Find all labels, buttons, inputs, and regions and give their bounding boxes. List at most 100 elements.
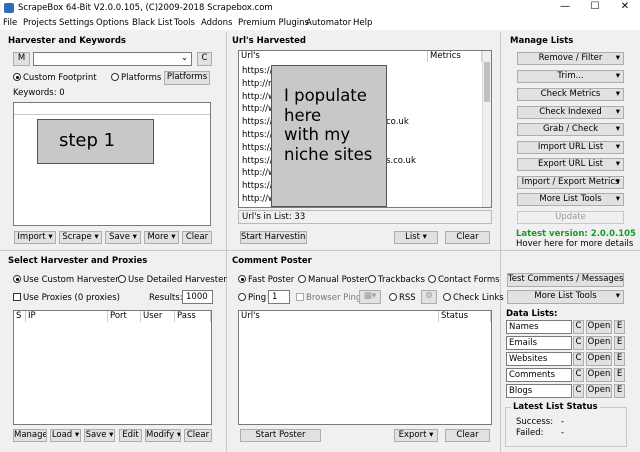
data-list-blogs[interactable]: Blogs bbox=[506, 384, 572, 398]
menu-file[interactable]: File bbox=[3, 18, 17, 28]
c-button[interactable]: C bbox=[197, 52, 212, 66]
platforms-radio[interactable]: Platforms bbox=[111, 73, 161, 83]
import-export-metrics-button[interactable]: Import / Export Metrics ▾ bbox=[517, 176, 624, 189]
comments-open-button[interactable]: Open bbox=[586, 368, 612, 382]
manage-proxies-button[interactable]: Manage bbox=[13, 429, 47, 442]
menu-help[interactable]: Help bbox=[353, 18, 372, 28]
emails-open-button[interactable]: Open bbox=[586, 336, 612, 350]
populate-text: I populate here with my niche sites bbox=[284, 86, 372, 164]
data-list-names[interactable]: Names bbox=[506, 320, 572, 334]
proxy-col-ip[interactable]: IP bbox=[26, 311, 108, 322]
urls-scrollbar[interactable] bbox=[482, 51, 491, 207]
poster-col-urls[interactable]: Url's bbox=[239, 311, 439, 322]
m-button[interactable]: M bbox=[13, 52, 30, 66]
remove-filter-button[interactable]: Remove / Filter ▾ bbox=[517, 52, 624, 65]
fast-poster-radio[interactable]: Fast Poster bbox=[238, 275, 294, 285]
poster-list[interactable]: Url's Status bbox=[238, 310, 492, 425]
menu-black-list[interactable]: Black List bbox=[132, 18, 173, 28]
menu-settings[interactable]: Settings bbox=[59, 18, 94, 28]
use-detailed-harvester-radio[interactable]: Use Detailed Harvester bbox=[118, 275, 227, 285]
save-button[interactable]: Save ▾ bbox=[105, 231, 141, 244]
proxy-col-s[interactable]: S bbox=[14, 311, 26, 322]
start-poster-button[interactable]: Start Poster bbox=[240, 429, 321, 442]
check-links-radio[interactable]: Check Links bbox=[443, 293, 504, 303]
fast-poster-label: Fast Poster bbox=[248, 275, 295, 285]
modify-proxies-button[interactable]: Modify ▾ bbox=[145, 429, 181, 442]
proxy-col-user[interactable]: User bbox=[141, 311, 175, 322]
start-harvesting-button[interactable]: Start Harvesting bbox=[240, 231, 307, 244]
comments-c-button[interactable]: C bbox=[573, 368, 584, 382]
grab-check-button[interactable]: Grab / Check ▾ bbox=[517, 123, 624, 136]
load-proxies-button[interactable]: Load ▾ bbox=[50, 429, 81, 442]
clear-keywords-button[interactable]: Clear bbox=[182, 231, 212, 244]
settings-dropdown-icon[interactable]: ▦▾ bbox=[359, 290, 381, 304]
manual-poster-radio[interactable]: Manual Poster bbox=[298, 275, 368, 285]
close-button[interactable]: ✕ bbox=[610, 0, 640, 16]
menu-automator[interactable]: Automator bbox=[306, 18, 351, 28]
clear-proxies-button[interactable]: Clear bbox=[184, 429, 212, 442]
latest-list-status-box: Latest List Status Success: - Failed: - bbox=[505, 402, 627, 447]
menu-tools[interactable]: Tools bbox=[174, 18, 195, 28]
ping-radio[interactable]: Ping bbox=[238, 293, 266, 303]
emails-c-button[interactable]: C bbox=[573, 336, 584, 350]
clear-urls-button[interactable]: Clear bbox=[445, 231, 490, 244]
edit-proxies-button[interactable]: Edit bbox=[119, 429, 142, 442]
comments-e-button[interactable]: E bbox=[614, 368, 625, 382]
test-comments-button[interactable]: Test Comments / Messages bbox=[507, 273, 624, 287]
data-list-websites[interactable]: Websites bbox=[506, 352, 572, 366]
metrics-column-header[interactable]: Metrics bbox=[428, 51, 482, 62]
trackbacks-radio[interactable]: Trackbacks bbox=[368, 275, 425, 285]
use-proxies-checkbox[interactable]: Use Proxies (0 proxies) bbox=[13, 293, 120, 303]
platforms-button[interactable]: Platforms bbox=[164, 71, 210, 85]
menu-premium-plugins[interactable]: Premium Plugins bbox=[238, 18, 309, 28]
websites-c-button[interactable]: C bbox=[573, 352, 584, 366]
menu-addons[interactable]: Addons bbox=[201, 18, 232, 28]
check-indexed-button[interactable]: Check Indexed ▾ bbox=[517, 106, 624, 119]
import-url-list-button[interactable]: Import URL List ▾ bbox=[517, 141, 624, 154]
contact-forms-radio[interactable]: Contact Forms bbox=[428, 275, 500, 285]
hover-details[interactable]: Hover here for more details bbox=[516, 239, 633, 249]
more-list-tools-bottom-button[interactable]: More List Tools ▾ bbox=[507, 290, 624, 304]
names-open-button[interactable]: Open bbox=[586, 320, 612, 334]
names-c-button[interactable]: C bbox=[573, 320, 584, 334]
blogs-e-button[interactable]: E bbox=[614, 384, 625, 398]
clear-poster-button[interactable]: Clear bbox=[445, 429, 490, 442]
list-button[interactable]: List ▾ bbox=[394, 231, 438, 244]
scrollbar-thumb[interactable] bbox=[484, 62, 490, 102]
more-button[interactable]: More ▾ bbox=[144, 231, 179, 244]
blogs-c-button[interactable]: C bbox=[573, 384, 584, 398]
blogs-open-button[interactable]: Open bbox=[586, 384, 612, 398]
poster-col-status[interactable]: Status bbox=[439, 311, 491, 322]
update-button[interactable]: Update bbox=[517, 211, 624, 224]
check-metrics-button[interactable]: Check Metrics ▾ bbox=[517, 88, 624, 101]
ping-input[interactable]: 1 bbox=[268, 290, 290, 304]
scrape-button[interactable]: Scrape ▾ bbox=[59, 231, 102, 244]
use-custom-harvester-radio[interactable]: Use Custom Harvester bbox=[13, 275, 119, 285]
save-proxies-button[interactable]: Save ▾ bbox=[84, 429, 115, 442]
proxies-table[interactable]: S IP Port User Pass bbox=[13, 310, 212, 425]
rss-radio[interactable]: RSS bbox=[389, 293, 416, 303]
rss-settings-icon[interactable]: ⚙ bbox=[421, 290, 437, 304]
maximize-button[interactable]: ☐ bbox=[580, 0, 610, 16]
export-button[interactable]: Export ▾ bbox=[394, 429, 438, 442]
proxy-col-port[interactable]: Port bbox=[108, 311, 141, 322]
menu-projects[interactable]: Projects bbox=[23, 18, 57, 28]
websites-open-button[interactable]: Open bbox=[586, 352, 612, 366]
emails-e-button[interactable]: E bbox=[614, 336, 625, 350]
browser-ping-checkbox[interactable]: Browser Ping bbox=[296, 293, 361, 303]
footprint-dropdown[interactable]: ⌄ bbox=[33, 52, 192, 66]
more-list-tools-button[interactable]: More List Tools ▾ bbox=[517, 193, 624, 206]
export-url-list-button[interactable]: Export URL List ▾ bbox=[517, 158, 624, 171]
minimize-button[interactable]: — bbox=[550, 0, 580, 16]
menu-options[interactable]: Options bbox=[96, 18, 129, 28]
websites-e-button[interactable]: E bbox=[614, 352, 625, 366]
data-list-comments[interactable]: Comments bbox=[506, 368, 572, 382]
results-input[interactable]: 1000 bbox=[182, 290, 213, 304]
names-e-button[interactable]: E bbox=[614, 320, 625, 334]
custom-footprint-radio[interactable]: Custom Footprint bbox=[13, 73, 97, 83]
urls-column-header[interactable]: Url's bbox=[239, 51, 428, 62]
proxy-col-pass[interactable]: Pass bbox=[175, 311, 211, 322]
trim-button[interactable]: Trim... ▾ bbox=[517, 70, 624, 83]
import-button[interactable]: Import ▾ bbox=[14, 231, 56, 244]
data-list-emails[interactable]: Emails bbox=[506, 336, 572, 350]
